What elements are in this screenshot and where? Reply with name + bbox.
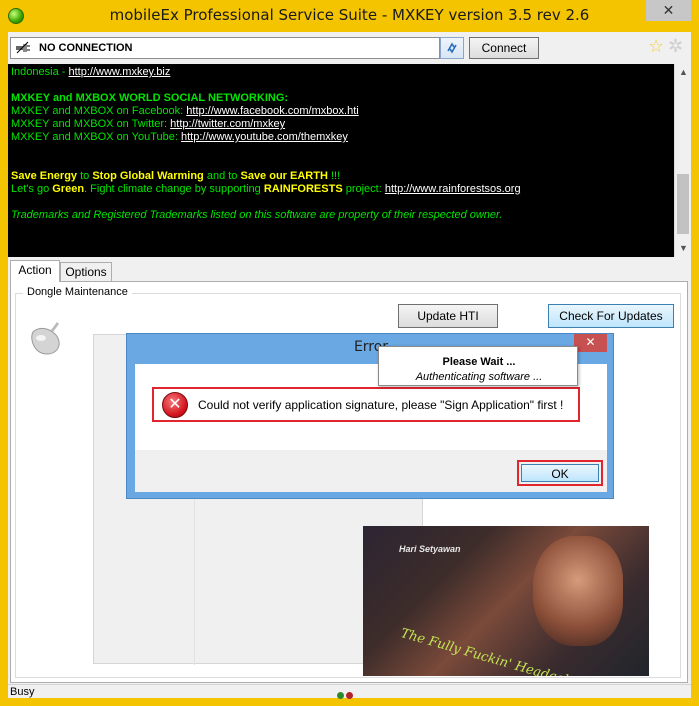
connect-button[interactable]: Connect [469, 37, 539, 59]
status-text: Busy [10, 686, 35, 698]
ok-button[interactable]: OK [521, 464, 599, 482]
scroll-down-icon[interactable]: ▼ [675, 240, 692, 257]
console-line: Let's go Green. Fight climate change by … [11, 183, 521, 195]
console-trademark: Trademarks and Registered Trademarks lis… [11, 209, 503, 221]
plug-icon [16, 41, 30, 54]
wait-subtitle: Authenticating software ... [415, 371, 543, 383]
error-icon: ✕ [162, 392, 188, 418]
console-line: Indonesia - http://www.mxkey.biz [11, 66, 171, 78]
ok-button-frame: OK [517, 460, 603, 486]
facebook-link[interactable]: http://www.facebook.com/mxbox.hti [186, 105, 358, 117]
status-dot-red [346, 692, 353, 699]
status-dot-green [337, 692, 344, 699]
please-wait-popup: Please Wait ... Authenticating software … [378, 346, 578, 386]
scroll-thumb[interactable] [677, 174, 689, 234]
app-window: mobileEx Professional Service Suite - MX… [0, 0, 699, 706]
window-title: mobileEx Professional Service Suite - MX… [109, 6, 590, 24]
youtube-link[interactable]: http://www.youtube.com/themxkey [181, 131, 348, 143]
status-indicators [337, 688, 355, 702]
banner-name: Hari Setyawan [399, 544, 461, 554]
twitter-link[interactable]: http://twitter.com/mxkey [170, 118, 285, 130]
window-close-button[interactable]: ✕ [646, 0, 691, 21]
scroll-up-icon[interactable]: ▲ [675, 64, 692, 81]
console-heading: MXKEY and MXBOX WORLD SOCIAL NETWORKING: [11, 92, 289, 104]
connection-status-text: NO CONNECTION [39, 42, 133, 54]
console-scrollbar[interactable]: ▲ ▼ [674, 64, 691, 257]
console-line: MXKEY and MXBOX on Facebook: http://www.… [11, 105, 359, 117]
wait-title: Please Wait ... [442, 356, 516, 368]
error-close-button[interactable]: ✕ [574, 334, 607, 352]
mxkey-link[interactable]: http://www.mxkey.biz [68, 66, 170, 78]
dongle-icon [31, 322, 60, 355]
update-hti-button[interactable]: Update HTI [398, 304, 498, 328]
error-message: Could not verify application signature, … [198, 398, 564, 412]
error-dialog-footer: OK [135, 450, 607, 492]
refresh-button[interactable] [440, 37, 464, 59]
lion-banner-image: Hari Setyawan The Fully Fuckin' Headache… [363, 526, 649, 676]
refresh-icon [447, 42, 457, 54]
rainforest-link[interactable]: http://www.rainforestsos.org [385, 183, 521, 195]
check-for-updates-button[interactable]: Check For Updates [548, 304, 674, 328]
lion-face-shape [533, 536, 623, 646]
status-bar: Busy [8, 684, 691, 699]
settings-star-icon[interactable]: ✲ [668, 36, 683, 57]
dongle-group-label: Dongle Maintenance [23, 286, 132, 298]
tab-action[interactable]: Action [10, 260, 60, 282]
log-console: Indonesia - http://www.mxkey.biz MXKEY a… [8, 64, 674, 257]
error-message-box: ✕ Could not verify application signature… [152, 387, 580, 422]
console-line: Save Energy to Stop Global Warming and t… [11, 170, 341, 182]
favorite-star-icon[interactable]: ☆ [648, 36, 664, 57]
title-bar: mobileEx Professional Service Suite - MX… [0, 0, 699, 32]
connection-status-field[interactable]: NO CONNECTION [10, 37, 440, 59]
console-line: MXKEY and MXBOX on Twitter: http://twitt… [11, 118, 286, 130]
tab-options[interactable]: Options [60, 262, 112, 282]
console-line: MXKEY and MXBOX on YouTube: http://www.y… [11, 131, 348, 143]
